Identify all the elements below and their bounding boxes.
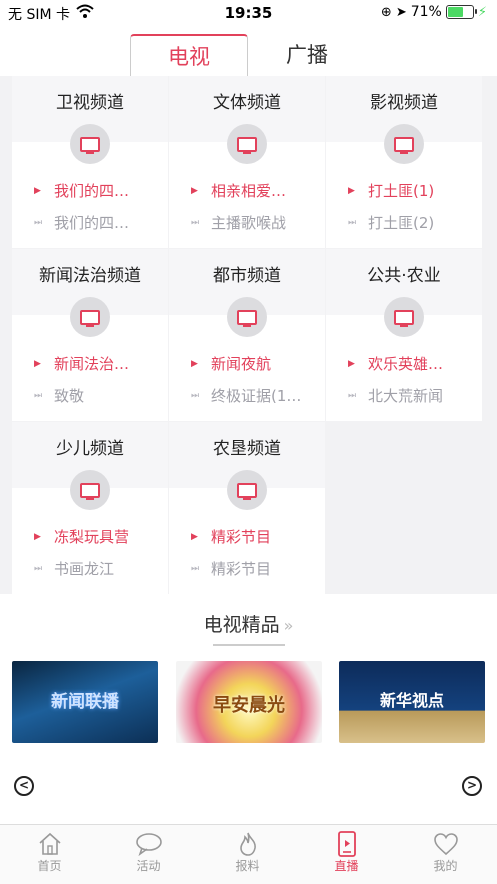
orientation-lock-icon: ⊕ bbox=[380, 4, 392, 20]
tv-icon bbox=[227, 124, 267, 164]
media-tabs: 电视 广播 bbox=[0, 34, 497, 76]
channel-card[interactable]: 影视频道 ▶ 打土匪(1) ⏭ 打土匪(2) bbox=[326, 76, 482, 248]
phone-play-icon bbox=[297, 831, 396, 857]
channel-card[interactable]: 文体频道 ▶ 相亲相爱… ⏭ 主播歌喉战 bbox=[169, 76, 325, 248]
flame-icon bbox=[198, 831, 297, 857]
tv-icon bbox=[70, 124, 110, 164]
next-program[interactable]: ⏭ 书画龙江 bbox=[34, 558, 164, 579]
next-program[interactable]: ⏭ 精彩节目 bbox=[191, 558, 321, 579]
channel-card[interactable]: 农垦频道 ▶ 精彩节目 ⏭ 精彩节目 bbox=[169, 422, 325, 594]
play-icon: ▶ bbox=[191, 358, 198, 369]
play-icon: ▶ bbox=[191, 185, 198, 196]
play-icon: ▶ bbox=[34, 185, 41, 196]
next-program[interactable]: ⏭ 致敬 bbox=[34, 385, 164, 406]
skip-next-icon: ⏭ bbox=[34, 390, 43, 401]
play-icon: ▶ bbox=[34, 358, 41, 369]
next-program[interactable]: ⏭ 我们的四… bbox=[34, 212, 164, 233]
featured-thumb[interactable]: 新华视点 bbox=[339, 661, 485, 743]
thumb-caption: 新华视点 bbox=[379, 691, 444, 710]
featured-thumb[interactable]: 早安晨光 bbox=[176, 661, 322, 743]
tv-icon bbox=[70, 297, 110, 337]
heart-icon bbox=[396, 831, 495, 857]
next-program[interactable]: ⏭ 主播歌喉战 bbox=[191, 212, 321, 233]
carousel-next-button[interactable]: > bbox=[462, 776, 482, 796]
current-program[interactable]: ▶ 欢乐英雄… bbox=[348, 353, 478, 374]
current-program[interactable]: ▶ 相亲相爱… bbox=[191, 180, 321, 201]
featured-carousel: 新闻联播 早安晨光 新华视点 bbox=[0, 661, 497, 743]
next-program[interactable]: ⏭ 终极证据(1… bbox=[191, 385, 321, 406]
carousel-prev-button[interactable]: < bbox=[14, 776, 34, 796]
skip-next-icon: ⏭ bbox=[191, 390, 200, 401]
chat-bubble-icon bbox=[99, 831, 198, 857]
status-bar: 无 SIM 卡 19:35 ⊕ ➤ 71% ⚡ bbox=[0, 0, 497, 26]
current-program[interactable]: ▶ 新闻法治… bbox=[34, 353, 164, 374]
nav-label: 报料 bbox=[235, 859, 260, 873]
channel-card[interactable]: 公共·农业 ▶ 欢乐英雄… ⏭ 北大荒新闻 bbox=[326, 249, 482, 421]
skip-next-icon: ⏭ bbox=[348, 390, 357, 401]
current-program[interactable]: ▶ 冻梨玩具营 bbox=[34, 526, 164, 547]
play-icon: ▶ bbox=[348, 185, 355, 196]
thumb-caption: 新闻联播 bbox=[51, 692, 119, 712]
featured-thumb[interactable]: 新闻联播 bbox=[12, 661, 158, 743]
battery-icon bbox=[445, 5, 477, 19]
thumb-caption: 早安晨光 bbox=[213, 695, 285, 716]
nav-label: 首页 bbox=[37, 859, 62, 873]
channel-card[interactable]: 少儿频道 ▶ 冻梨玩具营 ⏭ 书画龙江 bbox=[12, 422, 168, 594]
skip-next-icon: ⏭ bbox=[348, 217, 357, 228]
nav-label: 直播 bbox=[334, 859, 359, 873]
nav-label: 我的 bbox=[433, 859, 458, 873]
current-program[interactable]: ▶ 打土匪(1) bbox=[348, 180, 478, 201]
play-icon: ▶ bbox=[191, 531, 198, 542]
section-title: 电视精品 bbox=[203, 614, 280, 636]
nav-activity[interactable]: 活动 bbox=[99, 831, 198, 874]
tv-icon bbox=[227, 470, 267, 510]
next-program[interactable]: ⏭ 打土匪(2) bbox=[348, 212, 478, 233]
nav-label: 活动 bbox=[136, 859, 161, 873]
section-underline bbox=[213, 644, 285, 646]
charging-icon: ⚡ bbox=[477, 4, 487, 20]
skip-next-icon: ⏭ bbox=[34, 217, 43, 228]
play-icon: ▶ bbox=[34, 531, 41, 542]
current-program[interactable]: ▶ 精彩节目 bbox=[191, 526, 321, 547]
nav-profile[interactable]: 我的 bbox=[396, 831, 495, 874]
chevron-left-icon: < bbox=[18, 778, 30, 792]
channel-grid: 卫视频道 ▶ 我们的四… ⏭ 我们的四… 文体频道 ▶ 相亲相爱… ⏭ 主播歌喉战 影视… bbox=[12, 76, 482, 594]
skip-next-icon: ⏭ bbox=[191, 563, 200, 574]
play-icon: ▶ bbox=[348, 358, 355, 369]
home-icon bbox=[0, 831, 99, 857]
current-program[interactable]: ▶ 新闻夜航 bbox=[191, 353, 321, 374]
nav-live[interactable]: 直播 bbox=[297, 831, 396, 874]
more-chevron-icon: » bbox=[283, 616, 294, 635]
current-program[interactable]: ▶ 我们的四… bbox=[34, 180, 164, 201]
location-icon: ➤ bbox=[395, 4, 407, 20]
tab-tv[interactable]: 电视 bbox=[130, 34, 248, 76]
battery-percent: 71% bbox=[410, 4, 442, 20]
bottom-nav: 首页 活动 报料 直播 我的 bbox=[0, 824, 497, 884]
channel-card[interactable]: 新闻法治频道 ▶ 新闻法治… ⏭ 致敬 bbox=[12, 249, 168, 421]
next-program[interactable]: ⏭ 北大荒新闻 bbox=[348, 385, 478, 406]
tv-icon bbox=[384, 297, 424, 337]
channel-grid-area: 卫视频道 ▶ 我们的四… ⏭ 我们的四… 文体频道 ▶ 相亲相爱… ⏭ 主播歌喉战 影视… bbox=[0, 76, 497, 594]
skip-next-icon: ⏭ bbox=[34, 563, 43, 574]
skip-next-icon: ⏭ bbox=[191, 217, 200, 228]
tab-radio[interactable]: 广播 bbox=[248, 34, 366, 76]
chevron-right-icon: > bbox=[466, 778, 478, 792]
tv-icon bbox=[227, 297, 267, 337]
tv-icon bbox=[70, 470, 110, 510]
channel-card[interactable]: 卫视频道 ▶ 我们的四… ⏭ 我们的四… bbox=[12, 76, 168, 248]
nav-home[interactable]: 首页 bbox=[0, 831, 99, 874]
channel-card[interactable]: 都市频道 ▶ 新闻夜航 ⏭ 终极证据(1… bbox=[169, 249, 325, 421]
featured-section-header[interactable]: 电视精品» bbox=[0, 610, 497, 637]
nav-report[interactable]: 报料 bbox=[198, 831, 297, 874]
tv-icon bbox=[384, 124, 424, 164]
